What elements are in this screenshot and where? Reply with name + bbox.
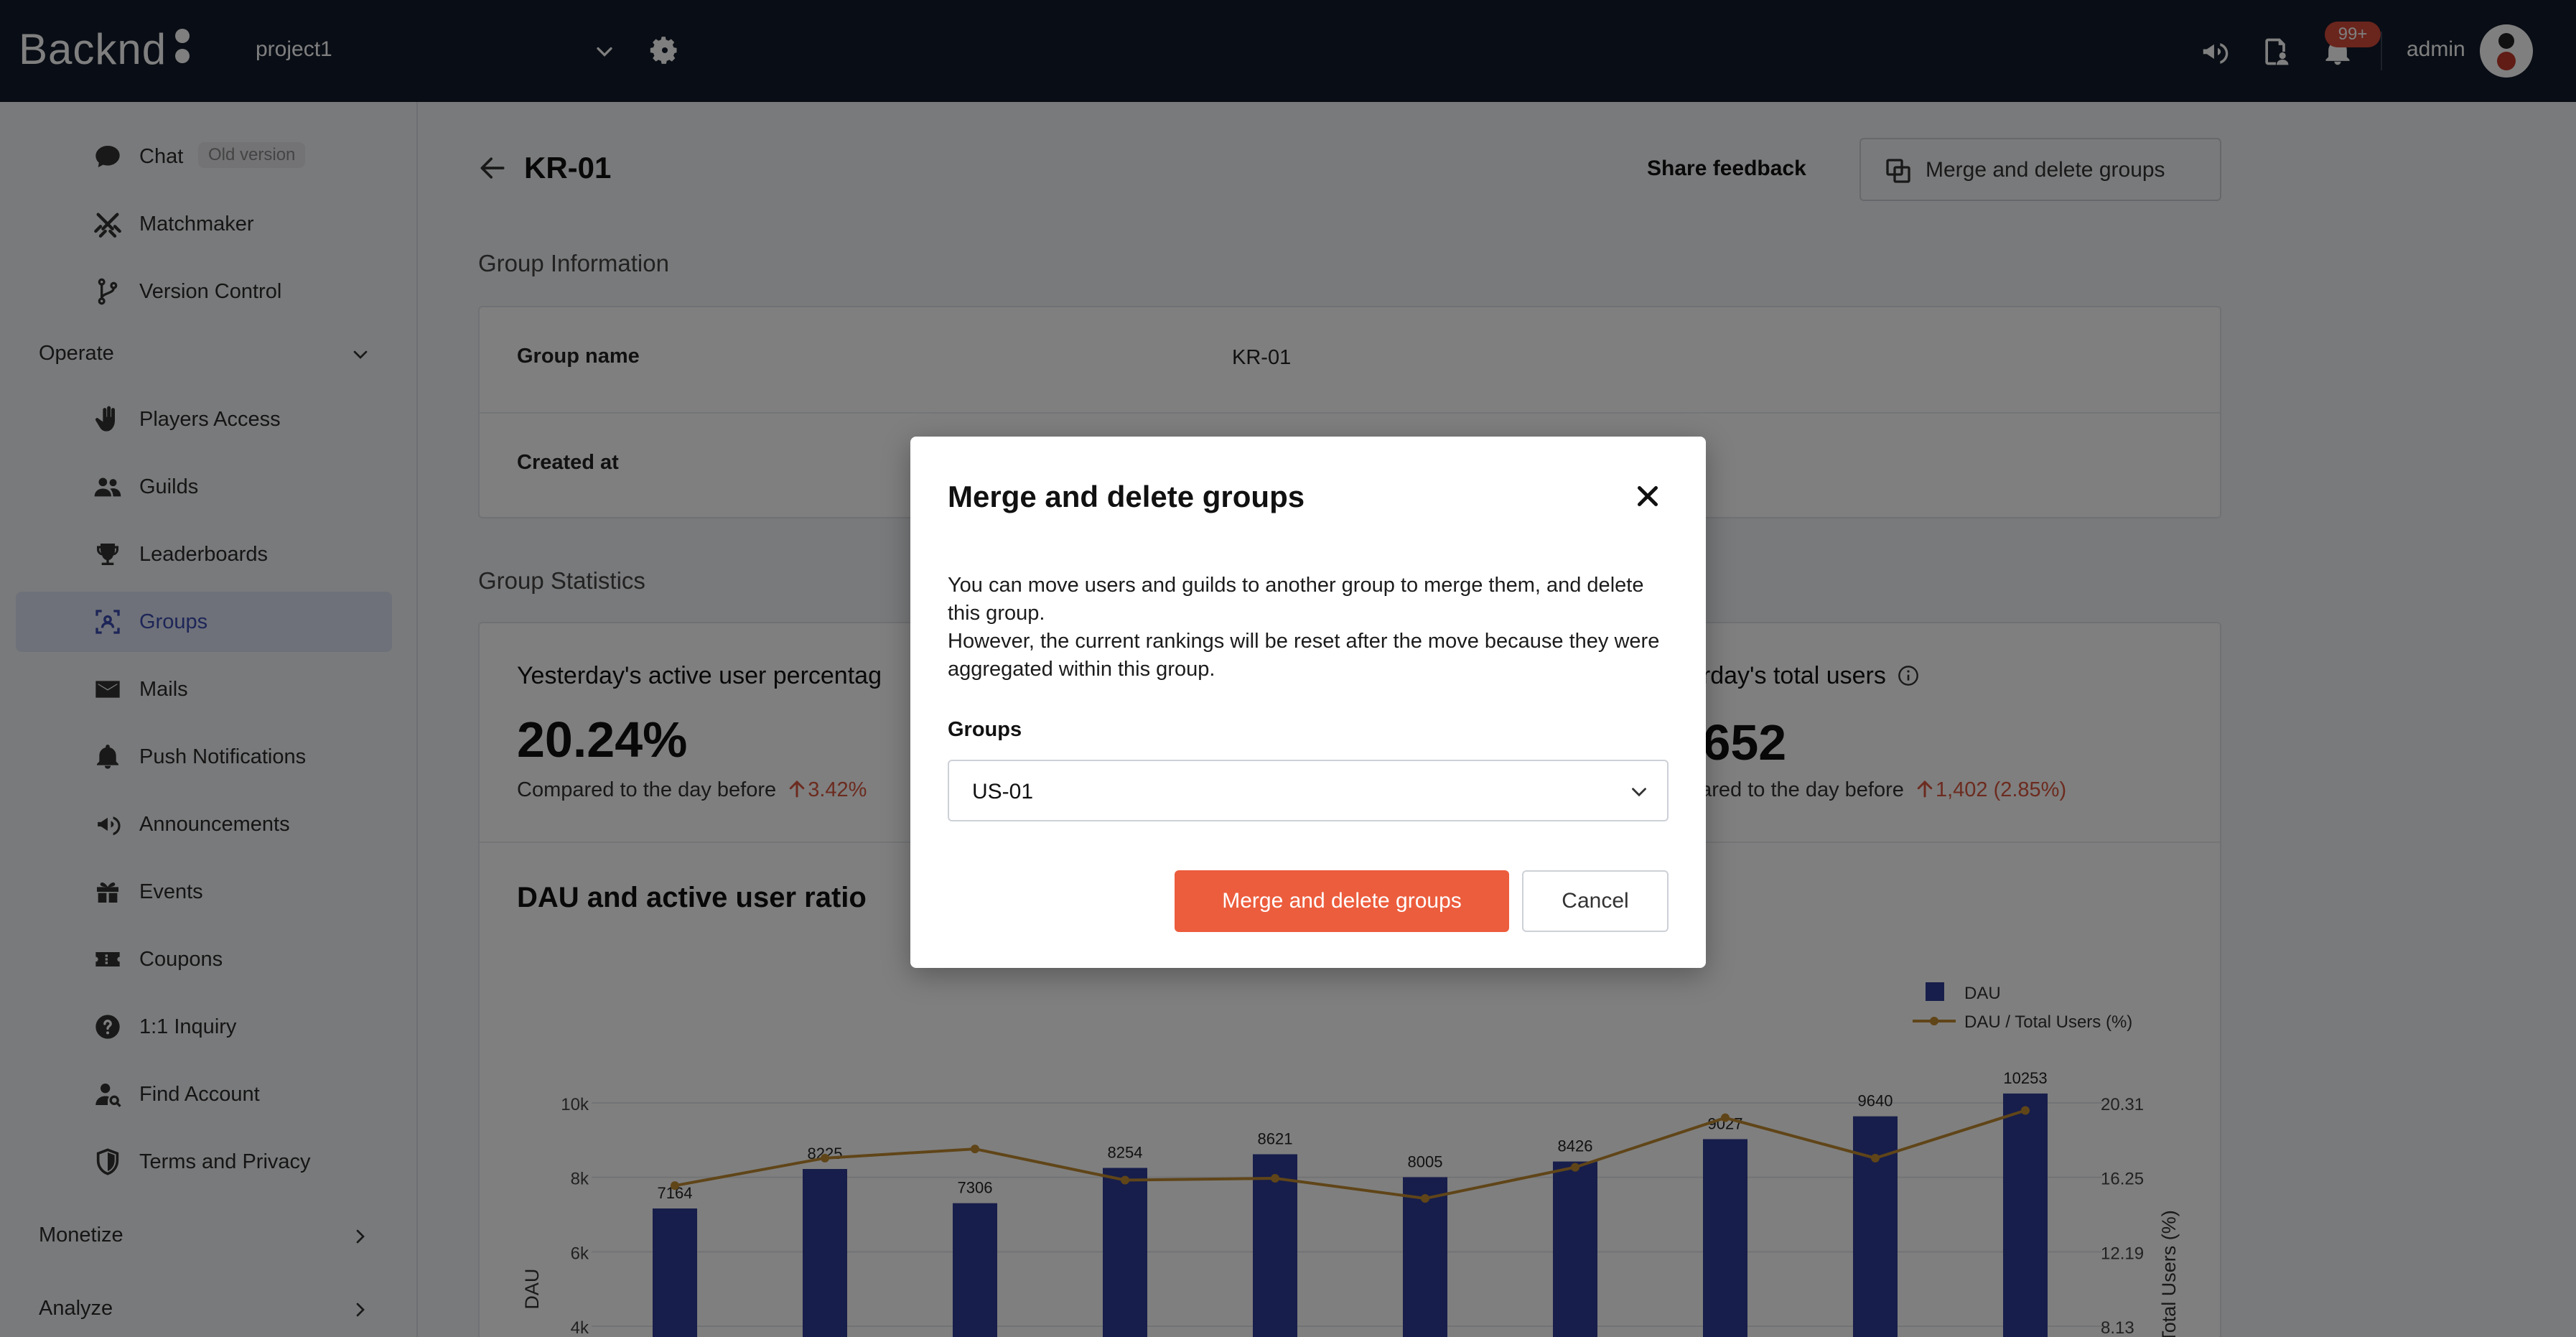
selected-group: US-01 [972, 780, 1034, 803]
merge-delete-groups-dialog: Merge and delete groups You can move use… [910, 437, 1706, 968]
confirm-merge-button[interactable]: Merge and delete groups [1175, 870, 1509, 932]
dialog-title: Merge and delete groups [948, 480, 1305, 513]
description-line: You can move users and guilds to another… [948, 574, 1644, 625]
groups-label: Groups [948, 718, 1022, 741]
cancel-button[interactable]: Cancel [1522, 870, 1669, 932]
close-icon[interactable] [1631, 480, 1664, 513]
chevron-down-icon [1632, 788, 1646, 797]
description-line: However, the current rankings will be re… [948, 630, 1660, 681]
dialog-description: You can move users and guilds to another… [948, 572, 1673, 684]
groups-select[interactable]: US-01 [948, 760, 1669, 821]
